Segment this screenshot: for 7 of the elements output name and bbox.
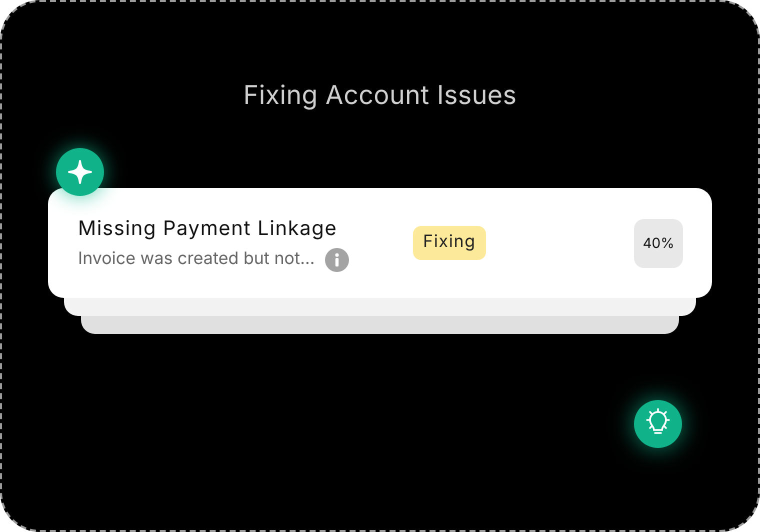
- panel-title: Fixing Account Issues: [243, 79, 517, 113]
- issue-description: Invoice was created but not...: [78, 248, 315, 272]
- sparkle-button[interactable]: [56, 148, 104, 196]
- progress-badge: 40%: [634, 218, 683, 268]
- issue-title: Missing Payment Linkage: [78, 215, 338, 242]
- lightbulb-button[interactable]: [634, 400, 682, 448]
- status-badge: Fixing: [413, 226, 486, 260]
